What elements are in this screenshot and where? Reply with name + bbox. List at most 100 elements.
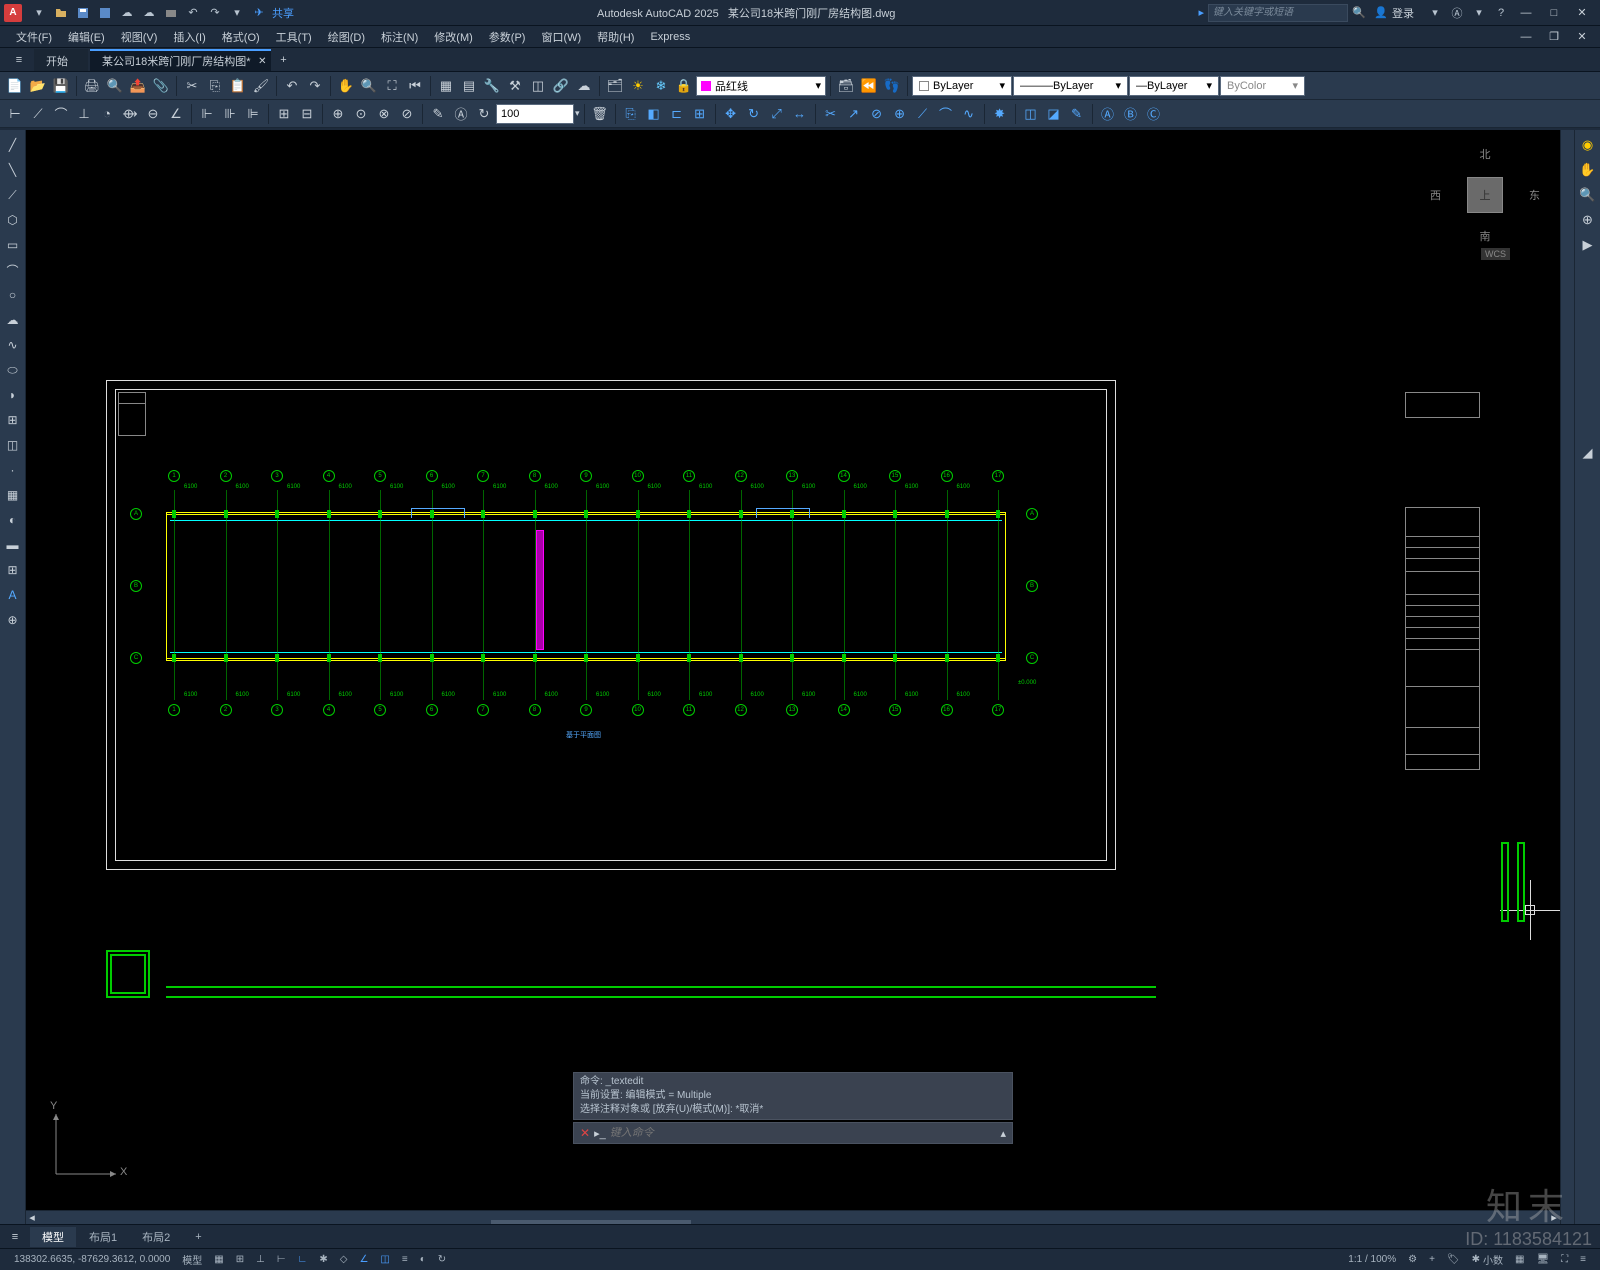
tb-dimupdate-icon[interactable]: ↻ [473,103,495,125]
tb-mod-offset-icon[interactable]: ⊏ [666,103,688,125]
tb-lock-icon[interactable]: 🔒 [673,75,695,97]
menu-edit[interactable]: 编辑(E) [60,26,113,48]
tb-dim-ang-icon[interactable]: ∠ [165,103,187,125]
tb-dim-base-icon[interactable]: ⊪ [219,103,241,125]
qat-cloud-icon[interactable]: ☁ [117,3,137,23]
nav-showmotion-icon[interactable]: ▶ [1577,234,1599,256]
status-iso-icon[interactable]: ◇ [334,1254,354,1265]
status-decimal[interactable]: ✱ 小数 [1466,1252,1509,1267]
status-grid-icon[interactable]: ▦ [208,1254,229,1265]
tb-dim-ord-icon[interactable]: ⊥ [73,103,95,125]
more2-icon[interactable]: ▾ [1469,3,1489,23]
tb-attr2-icon[interactable]: Ⓑ [1120,103,1142,125]
status-scale[interactable]: 1:1 / 100% [1342,1254,1402,1265]
horizontal-scrollbar[interactable]: ◂ ▸ [26,1210,1560,1224]
layout-tab-model[interactable]: 模型 [30,1227,76,1247]
tb-save-icon[interactable]: 💾 [50,75,72,97]
layout-tab-2[interactable]: 布局2 [130,1227,182,1247]
draw-ellipse-icon[interactable]: ⬭ [2,359,24,381]
status-lwt-icon[interactable]: ≡ [396,1254,414,1265]
tb-new-icon[interactable]: 📄 [4,75,26,97]
status-anno-icon[interactable]: 🏷 [1441,1254,1466,1265]
status-otrack-icon[interactable]: ∠ [353,1254,374,1265]
tb-laystate-icon[interactable]: 🗃 [835,75,857,97]
draw-gradient-icon[interactable]: ◐ [2,509,24,531]
menu-draw[interactable]: 绘图(D) [320,26,373,48]
draw-revcloud-icon[interactable]: ☁ [2,309,24,331]
nav-orbit-icon[interactable]: ⊕ [1577,209,1599,231]
viewcube-top[interactable]: 上 [1467,177,1503,213]
command-input[interactable] [610,1127,997,1139]
tb-dim-quick-icon[interactable]: ⊩ [196,103,218,125]
draw-region-icon[interactable]: ▬ [2,534,24,556]
tb-dim-dia-icon[interactable]: ⊖ [142,103,164,125]
menu-format[interactable]: 格式(O) [214,26,268,48]
search-input[interactable]: 键入关键字或短语 [1208,4,1348,22]
nav-collapse-icon[interactable]: ◢ [1577,442,1599,464]
tb-zoomwin-icon[interactable]: ⛶ [381,75,403,97]
cmd-close-icon[interactable]: ✕ [580,1126,590,1140]
login-label[interactable]: 登录 [1392,5,1414,21]
tb-mod-array-icon[interactable]: ⊞ [689,103,711,125]
tb-mod-rotate-icon[interactable]: ↻ [743,103,765,125]
share-icon[interactable]: ✈ [249,3,269,23]
menu-express[interactable]: Express [642,28,698,46]
tb-attr3-icon[interactable]: Ⓒ [1143,103,1165,125]
lineweight-selector[interactable]: — ByLayer▾ [1129,76,1219,96]
status-workspace-icon[interactable]: ▦ [1509,1254,1530,1265]
menu-view[interactable]: 视图(V) [113,26,166,48]
tb-block-edit-icon[interactable]: ✎ [1066,103,1088,125]
nav-zoom-icon[interactable]: 🔍 [1577,184,1599,206]
tb-block-insert-icon[interactable]: ◪ [1043,103,1065,125]
nav-pan-icon[interactable]: ✋ [1577,159,1599,181]
draw-polygon-icon[interactable]: ⬡ [2,209,24,231]
tab-new-icon[interactable]: + [273,49,295,71]
draw-arc-icon[interactable]: ⌒ [2,259,24,281]
tb-center-icon[interactable]: ⊙ [350,103,372,125]
drawing-canvas[interactable]: 北 南 西 东 上 WCS [26,130,1560,1224]
draw-block-icon[interactable]: ◫ [2,434,24,456]
qat-new-icon[interactable]: ▾ [29,3,49,23]
draw-pline-icon[interactable]: ⟋ [2,184,24,206]
tb-sun-icon[interactable]: ☀ [627,75,649,97]
draw-mtext-icon[interactable]: A [2,584,24,606]
tb-undo2-icon[interactable]: ↶ [281,75,303,97]
status-model[interactable]: 模型 [176,1252,208,1267]
apps-icon[interactable]: Ⓐ [1447,3,1467,23]
share-label[interactable]: 共享 [272,5,294,21]
layout-tab-1[interactable]: 布局1 [77,1227,129,1247]
draw-rect-icon[interactable]: ▭ [2,234,24,256]
tb-tol-icon[interactable]: ⊕ [327,103,349,125]
menu-window[interactable]: 窗口(W) [533,26,589,48]
tb-mod-chamfer-icon[interactable]: ⟋ [912,103,934,125]
status-dynamic-icon[interactable]: ⊢ [271,1254,292,1265]
status-ortho-icon[interactable]: ∟ [292,1254,314,1265]
tb-mod-join-icon[interactable]: ⊕ [889,103,911,125]
search-icon[interactable]: 🔍 [1349,3,1369,23]
menu-insert[interactable]: 插入(I) [165,26,213,48]
tb-jogline-icon[interactable]: ⊘ [396,103,418,125]
layer-selector[interactable]: 品红线 ▾ [696,76,826,96]
menu-modify[interactable]: 修改(M) [426,26,481,48]
tb-mod-copy-icon[interactable]: ⎘ [620,103,642,125]
tb-mod-explode-icon[interactable]: ✸ [989,103,1011,125]
status-transparency-icon[interactable]: ◐ [414,1254,432,1265]
color-selector[interactable]: ByLayer▾ [912,76,1012,96]
wcs-label[interactable]: WCS [1481,248,1510,260]
draw-addsel-icon[interactable]: ⊕ [2,609,24,631]
tb-xref-icon[interactable]: 🔗 [550,75,572,97]
tb-layer-icon[interactable]: 🗂 [604,75,626,97]
viewcube[interactable]: 北 南 西 东 上 [1440,150,1530,240]
status-osnap-icon[interactable]: ◫ [374,1254,395,1265]
tb-match-icon[interactable]: 🖌 [250,75,272,97]
status-monitor-icon[interactable]: 🖥 [1530,1254,1555,1265]
tb-publish-icon[interactable]: 📤 [127,75,149,97]
draw-hatch-icon[interactable]: ▦ [2,484,24,506]
vertical-scrollbar[interactable] [1560,130,1574,1224]
tb-inspect-icon[interactable]: ⊗ [373,103,395,125]
command-input-row[interactable]: ✕ ▸_ ▴ [573,1122,1013,1144]
tb-freeze-icon[interactable]: ❄ [650,75,672,97]
tb-paste-icon[interactable]: 📋 [227,75,249,97]
tb-dim-space-icon[interactable]: ⊞ [273,103,295,125]
tb-mod-extend-icon[interactable]: ↗ [843,103,865,125]
